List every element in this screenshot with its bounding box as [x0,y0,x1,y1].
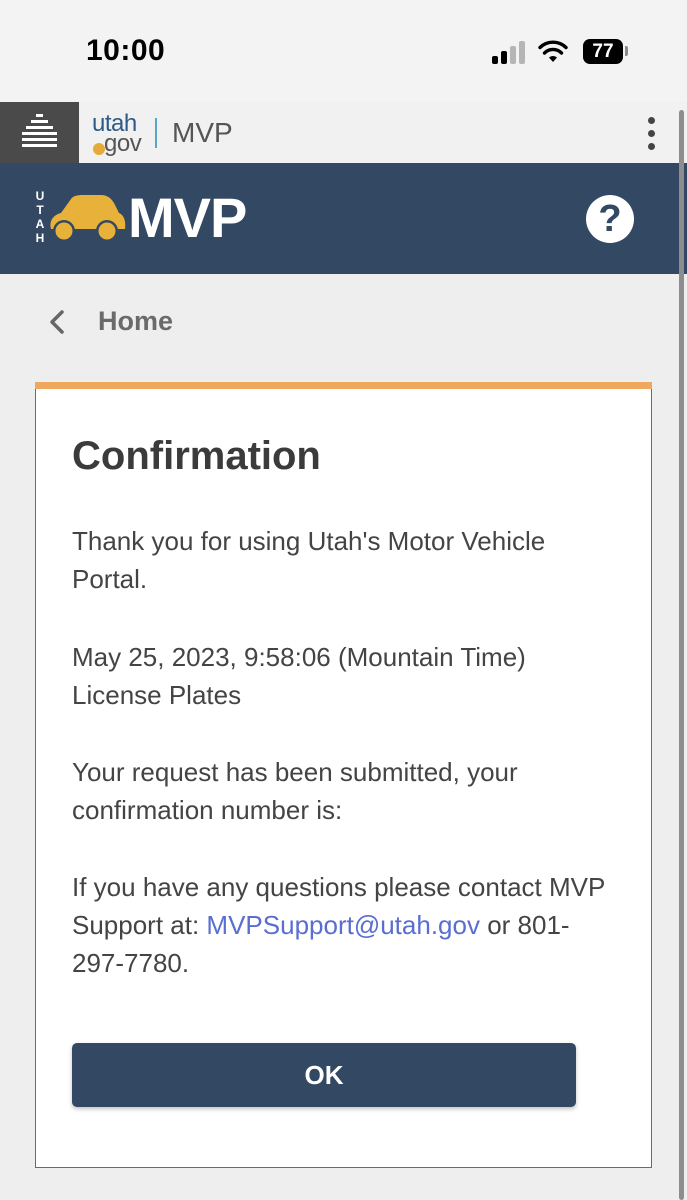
chevron-left-icon [50,310,64,334]
utah-gov-logo[interactable]: utah gov [92,112,148,156]
hamburger-menu-button[interactable] [0,102,79,163]
utah-vertical-label: U T A H [35,189,45,245]
card-accent-bar [35,382,652,389]
submitted-message: Your request has been submitted, your co… [72,757,518,825]
submission-timestamp: May 25, 2023, 9:58:06 (Mountain Time) [72,642,526,672]
service-name: License Plates [72,680,242,710]
utah-gov-header: utah gov MVP [0,102,687,163]
logo-gov-text: gov [104,130,142,157]
thank-you-message: Thank you for using Utah's Motor Vehicle… [72,526,546,594]
site-title: MVP [172,117,233,148]
more-options-icon[interactable] [645,115,659,153]
contact-message: If you have any questions please contact… [72,868,612,982]
mvp-app-bar: U T A H MVP [0,163,687,274]
support-email-link[interactable]: MVPSupport@utah.gov [206,910,480,940]
mvp-logo-text: MVP [128,186,247,249]
battery-tip [625,46,628,56]
cellular-signal-icon [492,40,528,64]
breadcrumb-home-link[interactable]: Home [98,306,173,337]
help-button[interactable]: ? [586,195,634,243]
submission-details: May 25, 2023, 9:58:06 (Mountain Time) Li… [72,638,612,714]
card-title: Confirmation [72,434,321,478]
ok-button[interactable]: OK [72,1043,576,1107]
stacked-menu-icon [22,114,57,147]
car-icon [50,195,126,242]
battery-indicator: 77 [583,39,623,64]
header-divider [155,118,157,148]
confirmation-card: Confirmation Thank you for using Utah's … [35,382,652,1168]
status-time: 10:00 [86,34,166,67]
status-bar: 10:00 77 [0,0,687,102]
wifi-icon [538,40,568,62]
scrollbar[interactable] [679,110,684,1200]
